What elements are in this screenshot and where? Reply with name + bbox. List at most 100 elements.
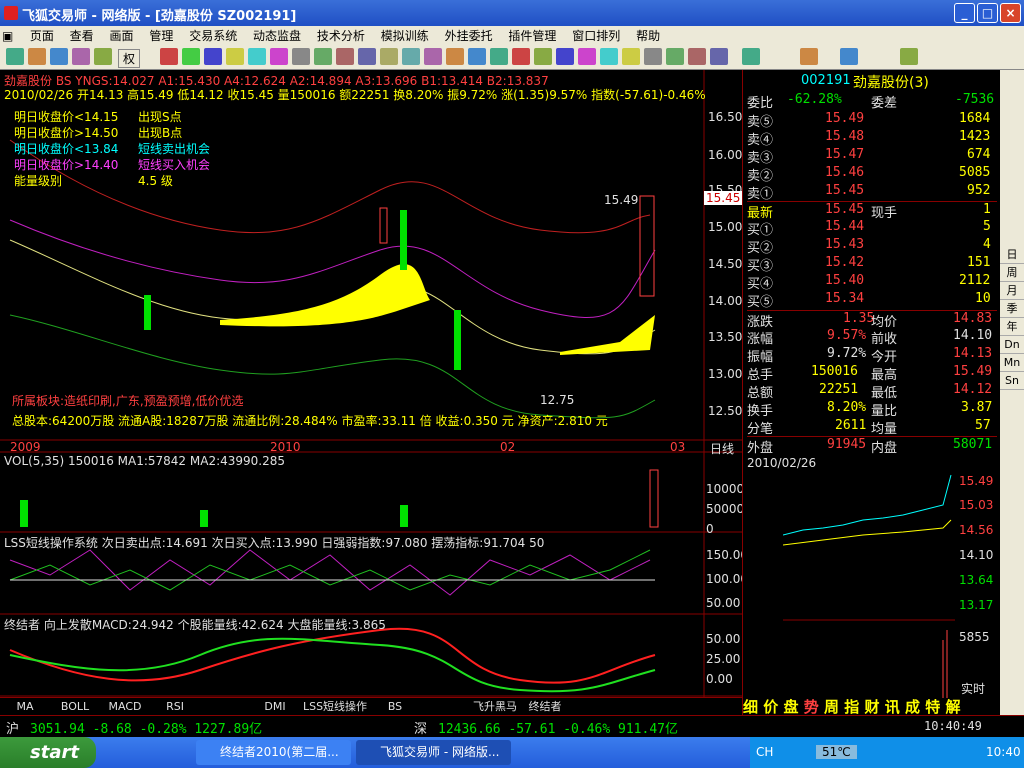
volume-bar[interactable] bbox=[400, 505, 408, 527]
tool-icon[interactable] bbox=[226, 48, 244, 65]
tool-icon[interactable] bbox=[742, 48, 760, 65]
bid-price[interactable]: 15.43 bbox=[825, 237, 864, 252]
rights-select[interactable]: 权 bbox=[118, 49, 141, 68]
volume-bar[interactable] bbox=[200, 510, 208, 527]
tool-icon[interactable] bbox=[840, 48, 858, 65]
tool-icon[interactable] bbox=[72, 48, 90, 65]
chart-area[interactable]: 劲嘉股份 BS YNGS:14.027 A1:15.430 A4:12.624 … bbox=[0, 70, 752, 715]
quote-tab[interactable]: 特 bbox=[925, 698, 940, 716]
period-tab-day[interactable]: 日 bbox=[1000, 246, 1024, 264]
tab-macd[interactable]: MACD bbox=[100, 700, 150, 713]
tool-icon[interactable] bbox=[800, 48, 818, 65]
menu-item[interactable]: 技术分析 bbox=[311, 26, 371, 45]
tool-icon[interactable] bbox=[446, 48, 464, 65]
tool-icon[interactable] bbox=[644, 48, 662, 65]
menu-item[interactable]: 管理 bbox=[143, 26, 179, 45]
task-button-active[interactable]: 飞狐交易师 - 网络版... bbox=[356, 740, 511, 765]
quote-tab[interactable]: 周 bbox=[824, 698, 839, 716]
volume-bar[interactable] bbox=[20, 500, 28, 527]
quote-tab[interactable]: 成 bbox=[905, 698, 920, 716]
candle[interactable] bbox=[144, 295, 151, 330]
menu-item[interactable]: 交易系统 bbox=[183, 26, 243, 45]
menu-item[interactable]: 外挂委托 bbox=[439, 26, 499, 45]
candle[interactable] bbox=[400, 210, 407, 270]
tool-icon[interactable] bbox=[534, 48, 552, 65]
period-tab-mn[interactable]: Mn bbox=[1000, 354, 1024, 372]
tool-icon[interactable] bbox=[600, 48, 618, 65]
menu-item[interactable]: 画面 bbox=[104, 26, 140, 45]
tool-icon[interactable] bbox=[182, 48, 200, 65]
bid-price[interactable]: 15.34 bbox=[825, 291, 864, 306]
menu-item[interactable]: 帮助 bbox=[630, 26, 666, 45]
tab-ma[interactable]: MA bbox=[0, 700, 50, 713]
tab-boll[interactable]: BOLL bbox=[50, 700, 100, 713]
tool-icon[interactable] bbox=[292, 48, 310, 65]
tool-icon[interactable] bbox=[556, 48, 574, 65]
tool-icon[interactable] bbox=[204, 48, 222, 65]
intraday-chart[interactable] bbox=[783, 470, 955, 700]
tool-icon[interactable] bbox=[160, 48, 178, 65]
period-label[interactable]: 日线 bbox=[710, 440, 734, 457]
period-tab-dn[interactable]: Dn bbox=[1000, 336, 1024, 354]
tool-icon[interactable] bbox=[248, 48, 266, 65]
tab-feisheng[interactable]: 飞升黑马 bbox=[470, 698, 520, 714]
ask-price[interactable]: 15.46 bbox=[825, 165, 864, 180]
tool-icon[interactable] bbox=[28, 48, 46, 65]
tab-lss[interactable]: LSS短线操作 bbox=[300, 698, 370, 714]
bid-price[interactable]: 15.44 bbox=[825, 219, 864, 234]
period-tab-month[interactable]: 月 bbox=[1000, 282, 1024, 300]
ask-price[interactable]: 15.48 bbox=[825, 129, 864, 144]
tool-icon[interactable] bbox=[336, 48, 354, 65]
menu-item[interactable]: 插件管理 bbox=[502, 26, 562, 45]
tab-rsi[interactable]: RSI bbox=[150, 700, 200, 713]
sh-index[interactable]: 3051.94 -8.68 -0.28% 1227.89亿 bbox=[30, 718, 262, 737]
maximize-button[interactable]: □ bbox=[977, 3, 998, 23]
quote-tab[interactable]: 盘 bbox=[784, 698, 799, 716]
tab-bs[interactable]: BS bbox=[370, 700, 420, 713]
start-button[interactable]: start bbox=[0, 737, 96, 768]
tool-icon[interactable] bbox=[468, 48, 486, 65]
tool-icon[interactable] bbox=[380, 48, 398, 65]
volume-bar[interactable] bbox=[649, 469, 659, 528]
tool-icon[interactable] bbox=[578, 48, 596, 65]
language-indicator[interactable]: CH bbox=[756, 745, 773, 759]
minimize-button[interactable]: _ bbox=[954, 3, 975, 23]
quote-tab[interactable]: 讯 bbox=[885, 698, 900, 716]
sz-index[interactable]: 12436.66 -57.61 -0.46% 911.47亿 bbox=[438, 718, 678, 737]
tool-icon[interactable] bbox=[6, 48, 24, 65]
tool-icon[interactable] bbox=[666, 48, 684, 65]
period-tab-week[interactable]: 周 bbox=[1000, 264, 1024, 282]
tool-icon[interactable] bbox=[402, 48, 420, 65]
tab-dmi[interactable]: DMI bbox=[250, 700, 300, 713]
menu-item[interactable]: 窗口排列 bbox=[566, 26, 626, 45]
period-tab-year[interactable]: 年 bbox=[1000, 318, 1024, 336]
menu-item[interactable]: 页面 bbox=[24, 26, 60, 45]
tool-icon[interactable] bbox=[94, 48, 112, 65]
task-button[interactable]: 终结者2010(第二届... bbox=[196, 740, 351, 765]
candle[interactable] bbox=[639, 195, 655, 297]
quote-tab[interactable]: 指 bbox=[844, 698, 859, 716]
tab-zhongjiezhe[interactable]: 终结者 bbox=[520, 698, 570, 714]
close-button[interactable]: × bbox=[1000, 3, 1021, 23]
quote-tab-active[interactable]: 势 bbox=[804, 698, 819, 716]
menu-item[interactable]: 动态监盘 bbox=[247, 26, 307, 45]
candle[interactable] bbox=[379, 207, 388, 244]
quote-tab[interactable]: 细 bbox=[743, 698, 758, 716]
tool-icon[interactable] bbox=[270, 48, 288, 65]
ask-price[interactable]: 15.47 bbox=[825, 147, 864, 162]
menu-item[interactable]: 查看 bbox=[64, 26, 100, 45]
tool-icon[interactable] bbox=[710, 48, 728, 65]
quote-tab[interactable]: 价 bbox=[763, 698, 778, 716]
ask-price[interactable]: 15.49 bbox=[825, 111, 864, 126]
period-tab-sn[interactable]: Sn bbox=[1000, 372, 1024, 390]
tool-icon[interactable] bbox=[688, 48, 706, 65]
tool-icon[interactable] bbox=[424, 48, 442, 65]
tool-icon[interactable] bbox=[314, 48, 332, 65]
tool-icon[interactable] bbox=[50, 48, 68, 65]
tool-icon[interactable] bbox=[358, 48, 376, 65]
tool-icon[interactable] bbox=[512, 48, 530, 65]
ask-price[interactable]: 15.45 bbox=[825, 183, 864, 198]
quote-tab[interactable]: 解 bbox=[946, 698, 961, 716]
tool-icon[interactable] bbox=[622, 48, 640, 65]
candle[interactable] bbox=[454, 310, 461, 370]
